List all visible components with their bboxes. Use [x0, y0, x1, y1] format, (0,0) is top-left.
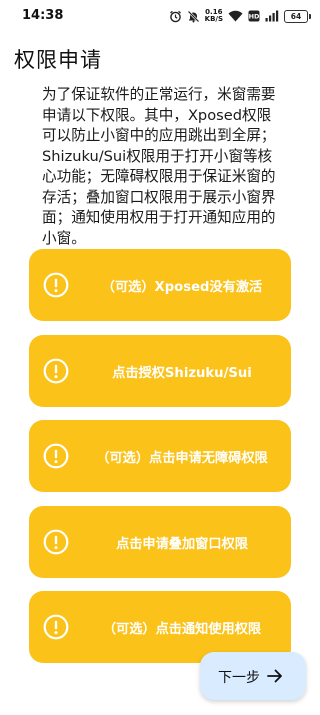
network-speed: 0.16 KB/S — [205, 9, 223, 23]
next-step-label: 下一步 — [218, 670, 260, 686]
permission-card-xposed[interactable]: （可选）Xposed没有激活 — [29, 249, 291, 321]
status-time: 14:38 — [22, 8, 64, 23]
alarm-icon — [169, 10, 181, 22]
exclamation-circle-icon — [43, 529, 69, 555]
svg-text:HD: HD — [249, 13, 260, 21]
wifi-icon — [228, 10, 243, 22]
arrow-right-icon — [267, 669, 282, 683]
mute-icon — [187, 10, 199, 22]
permission-card-accessibility[interactable]: （可选）点击申请无障碍权限 — [29, 420, 291, 492]
exclamation-circle-icon — [43, 443, 69, 469]
page-title: 权限申请 — [14, 48, 102, 72]
sim-hd-icon: HD — [248, 10, 260, 22]
exclamation-circle-icon — [43, 614, 69, 640]
network-speed-unit: KB/S — [204, 15, 223, 23]
battery-indicator: 64 — [284, 9, 311, 23]
signal-icon — [265, 10, 279, 22]
status-icons: 0.16 KB/S HD 64 — [169, 8, 311, 24]
permission-card-shizuku[interactable]: 点击授权Shizuku/Sui — [29, 335, 291, 407]
next-step-button[interactable]: 下一步 — [200, 652, 306, 700]
permission-description: 为了保证软件的正常运行，米窗需要申请以下权限。其中，Xposed权限可以防止小窗… — [42, 86, 276, 247]
exclamation-circle-icon — [43, 272, 69, 298]
exclamation-circle-icon — [43, 358, 69, 384]
permission-label: （可选）点击申请无障碍权限 — [96, 451, 268, 466]
permission-label: （可选）Xposed没有激活 — [101, 280, 263, 295]
permission-card-overlay[interactable]: 点击申请叠加窗口权限 — [29, 506, 291, 578]
permission-label: 点击申请叠加窗口权限 — [116, 537, 248, 552]
permission-label: 点击授权Shizuku/Sui — [112, 366, 252, 381]
permission-label: （可选）点击通知使用权限 — [102, 622, 262, 637]
status-bar: 14:38 0.16 KB/S HD 64 — [0, 0, 320, 34]
